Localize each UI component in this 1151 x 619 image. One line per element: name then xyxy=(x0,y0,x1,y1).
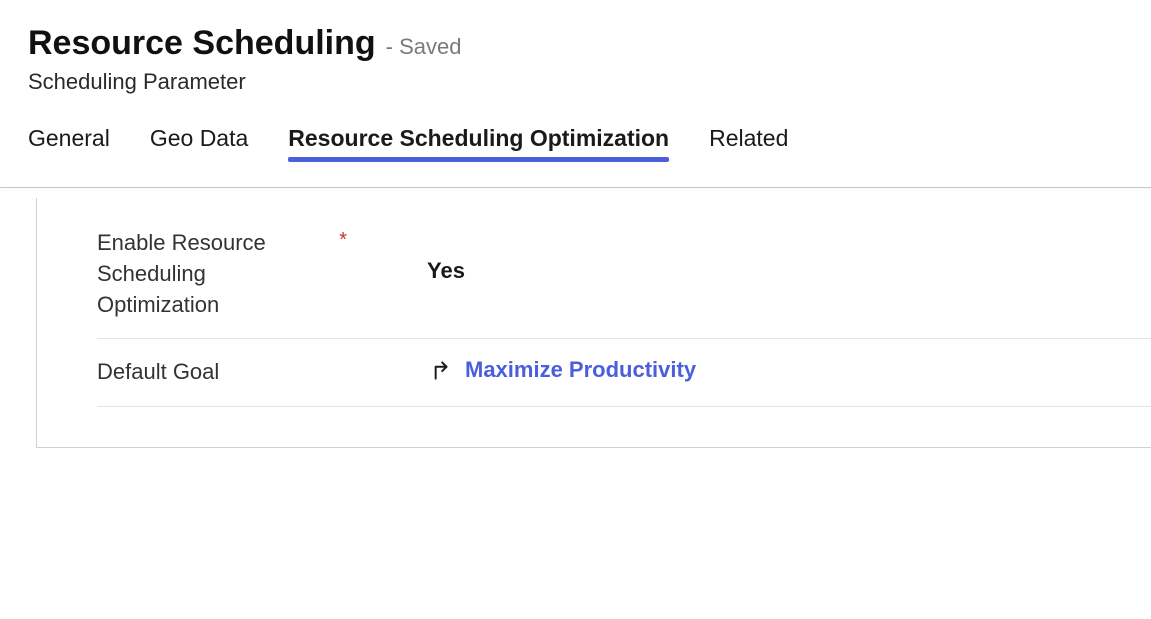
save-state: Saved xyxy=(386,34,462,60)
tab-related[interactable]: Related xyxy=(709,125,788,162)
enable-rso-label: Enable Resource Scheduling Optimization xyxy=(97,228,303,320)
tab-geo-data[interactable]: Geo Data xyxy=(150,125,248,162)
tab-general[interactable]: General xyxy=(28,125,110,162)
field-label-wrap: Default Goal xyxy=(97,357,347,388)
field-enable-rso: Enable Resource Scheduling Optimization … xyxy=(97,228,1151,339)
field-label-wrap: Enable Resource Scheduling Optimization … xyxy=(97,228,347,320)
field-default-goal: Default Goal Maximize Productivity xyxy=(97,339,1151,407)
title-row: Resource Scheduling Saved xyxy=(28,24,1123,63)
enable-rso-value-cell[interactable]: Yes xyxy=(347,228,1151,284)
navigate-icon xyxy=(427,357,453,383)
required-indicator: * xyxy=(339,230,347,250)
default-goal-value-cell[interactable]: Maximize Productivity xyxy=(347,357,1151,383)
page-header: Resource Scheduling Saved Scheduling Par… xyxy=(0,0,1151,95)
form-panel: Enable Resource Scheduling Optimization … xyxy=(36,198,1151,448)
page-title: Resource Scheduling xyxy=(28,24,376,63)
tab-bar: General Geo Data Resource Scheduling Opt… xyxy=(0,95,1151,163)
default-goal-lookup[interactable]: Maximize Productivity xyxy=(427,357,696,383)
entity-subtitle: Scheduling Parameter xyxy=(28,69,1123,95)
default-goal-value: Maximize Productivity xyxy=(465,357,696,383)
default-goal-label: Default Goal xyxy=(97,357,219,388)
enable-rso-value: Yes xyxy=(427,258,465,283)
tab-resource-scheduling-optimization[interactable]: Resource Scheduling Optimization xyxy=(288,125,669,162)
tab-divider xyxy=(0,187,1151,188)
